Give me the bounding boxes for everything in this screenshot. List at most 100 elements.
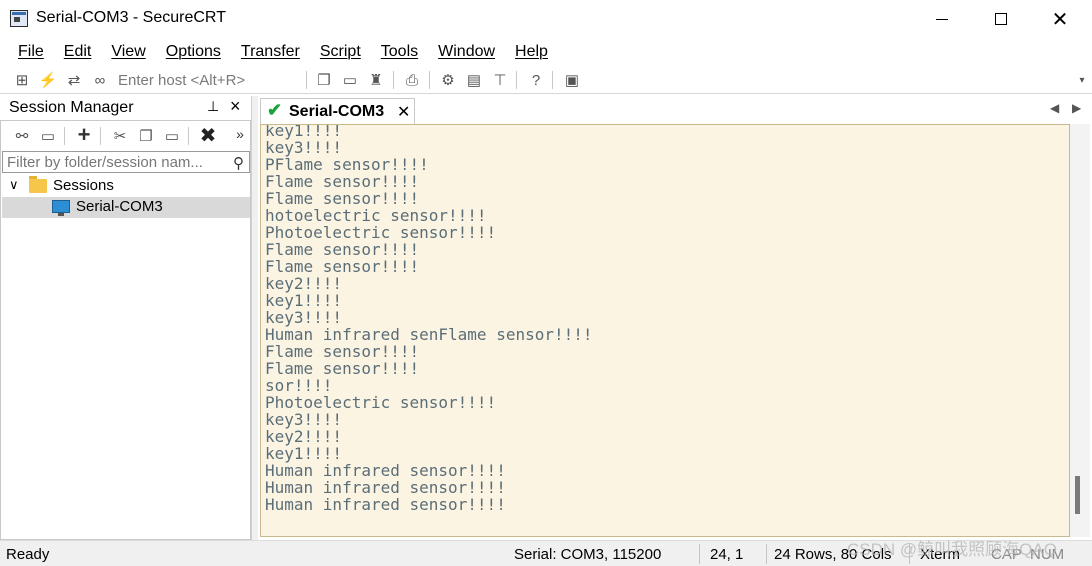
sftp-icon[interactable]: ⊤ bbox=[490, 70, 510, 90]
print-icon[interactable]: ⎙ bbox=[402, 70, 422, 90]
terminal-scrollbar[interactable] bbox=[1070, 124, 1090, 537]
session-manager-close-button[interactable]: × bbox=[230, 96, 241, 117]
settings-icon[interactable]: ⚙ bbox=[438, 70, 458, 90]
link-icon[interactable]: ∞ bbox=[90, 70, 110, 90]
connect-session-icon[interactable]: ⚯ bbox=[12, 126, 32, 146]
reconnect-icon[interactable]: ⇄ bbox=[64, 70, 84, 90]
lightning-icon[interactable]: ⚡ bbox=[38, 70, 58, 90]
session-tab-bar: ✔ Serial-COM3 ✕ ◀ ▶ bbox=[258, 96, 1092, 124]
delete-icon[interactable]: ✖ bbox=[198, 125, 218, 147]
menu-transfer[interactable]: Transfer bbox=[231, 43, 310, 61]
session-filter-field: ⚲ bbox=[2, 151, 250, 173]
add-session-icon[interactable]: + bbox=[74, 122, 94, 147]
search-icon[interactable]: ⚲ bbox=[233, 154, 244, 172]
toolbar-overflow-icon[interactable]: ▾ bbox=[1072, 70, 1092, 90]
menu-tools[interactable]: Tools bbox=[371, 43, 428, 61]
terminal-line: key3!!!! bbox=[265, 308, 343, 327]
menu-options[interactable]: Options bbox=[156, 43, 231, 61]
status-ready: Ready bbox=[6, 546, 50, 563]
toolbar-divider bbox=[516, 71, 517, 89]
menu-view[interactable]: View bbox=[101, 43, 155, 61]
chevron-down-icon[interactable]: ∨ bbox=[9, 177, 19, 193]
terminal-line: Human infrared sensor!!!! bbox=[265, 495, 506, 514]
session-manager-toolbar: ⚯ ▭ + ✂ ❐ ▭ ✖ » bbox=[0, 122, 251, 150]
toolbar-divider bbox=[393, 71, 394, 89]
paste-icon[interactable]: ▭ bbox=[340, 70, 360, 90]
status-divider bbox=[699, 544, 700, 564]
tab-session-icon[interactable]: ▭ bbox=[38, 126, 58, 146]
copy-icon[interactable]: ❐ bbox=[314, 70, 334, 90]
terminal-line: Flame sensor!!!! bbox=[265, 359, 420, 378]
paste-session-icon[interactable]: ▭ bbox=[162, 126, 182, 146]
find-icon[interactable]: ♜ bbox=[366, 70, 386, 90]
folder-icon bbox=[29, 176, 47, 193]
tree-session-serial-com3[interactable]: Serial-COM3 bbox=[2, 197, 250, 218]
toolbar-divider bbox=[188, 127, 189, 145]
cut-icon[interactable]: ✂ bbox=[110, 126, 130, 146]
terminal-line: Human infrared sensor!!!! bbox=[265, 478, 506, 497]
status-position: 24, 1 bbox=[710, 546, 744, 563]
tree-folder-label: Sessions bbox=[53, 177, 114, 194]
tab-serial-com3[interactable]: ✔ Serial-COM3 ✕ bbox=[260, 98, 415, 124]
menu-help[interactable]: Help bbox=[505, 43, 558, 61]
pin-icon[interactable]: ⊥ bbox=[207, 98, 219, 115]
tab-scroll-left-icon[interactable]: ◀ bbox=[1050, 101, 1059, 115]
toolbar-divider bbox=[100, 127, 101, 145]
main-toolbar: ⊞ ⚡ ⇄ ∞ ❐ ▭ ♜ ⎙ ⚙ ▤ ⊤ ? ▣ ▾ bbox=[0, 66, 1092, 94]
status-serial: Serial: COM3, 115200 bbox=[514, 546, 662, 563]
terminal-line: Flame sensor!!!! bbox=[265, 240, 420, 259]
session-filter-input[interactable] bbox=[7, 153, 225, 171]
panel-splitter[interactable] bbox=[251, 96, 258, 540]
tree-folder-sessions[interactable]: ∨ Sessions bbox=[2, 176, 250, 197]
maximize-button[interactable] bbox=[972, 0, 1030, 38]
help-icon[interactable]: ? bbox=[526, 70, 546, 90]
terminal-line: Human infrared senFlame sensor!!!! bbox=[265, 325, 593, 344]
toolbar-divider bbox=[429, 71, 430, 89]
terminal-line: key3!!!! bbox=[265, 138, 343, 157]
window-title: Serial-COM3 - SecureCRT bbox=[36, 9, 226, 26]
close-window-button[interactable]: ✕ bbox=[1031, 0, 1089, 38]
tab-title: Serial-COM3 bbox=[289, 103, 385, 120]
checkmark-icon: ✔ bbox=[267, 100, 283, 120]
scroll-thumb[interactable] bbox=[1075, 476, 1080, 514]
app-icon bbox=[10, 10, 28, 27]
maximize-icon bbox=[995, 13, 1007, 25]
host-input[interactable] bbox=[118, 70, 304, 90]
terminal-line: key1!!!! bbox=[265, 291, 343, 310]
menu-bar: File Edit View Options Transfer Script T… bbox=[0, 38, 1092, 66]
toolbar-divider bbox=[64, 127, 65, 145]
toolbar-divider bbox=[306, 71, 307, 89]
menu-file[interactable]: File bbox=[8, 43, 54, 61]
session-manager-title: Session Manager bbox=[9, 99, 134, 116]
minimize-button[interactable] bbox=[913, 0, 971, 38]
session-manager-header: Session Manager ⊥ × bbox=[0, 96, 251, 120]
terminal-line: key1!!!! bbox=[265, 124, 343, 140]
map-icon[interactable]: ▣ bbox=[562, 70, 582, 90]
connect-bar-icon[interactable]: ⊞ bbox=[12, 70, 32, 90]
terminal-line: key2!!!! bbox=[265, 427, 343, 446]
terminal-line: Flame sensor!!!! bbox=[265, 257, 420, 276]
toolbar-divider bbox=[552, 71, 553, 89]
keymap-icon[interactable]: ▤ bbox=[464, 70, 484, 90]
status-divider bbox=[766, 544, 767, 564]
menu-script[interactable]: Script bbox=[310, 43, 371, 61]
tab-close-icon[interactable]: ✕ bbox=[397, 102, 410, 122]
terminal-line: key3!!!! bbox=[265, 410, 343, 429]
menu-edit[interactable]: Edit bbox=[54, 43, 102, 61]
terminal-line: Flame sensor!!!! bbox=[265, 189, 420, 208]
monitor-icon bbox=[52, 200, 70, 216]
terminal-line: hotoelectric sensor!!!! bbox=[265, 206, 487, 225]
tab-scroll-right-icon[interactable]: ▶ bbox=[1072, 101, 1081, 115]
copy-session-icon[interactable]: ❐ bbox=[136, 126, 156, 146]
terminal-lines: key1!!!! key3!!!! PFlame sensor!!!! Flame s… bbox=[265, 124, 593, 514]
more-icon[interactable]: » bbox=[230, 124, 250, 144]
terminal-line: Photoelectric sensor!!!! bbox=[265, 223, 497, 242]
terminal-line: Flame sensor!!!! bbox=[265, 172, 420, 191]
terminal-line: PFlame sensor!!!! bbox=[265, 155, 429, 174]
tree-session-label: Serial-COM3 bbox=[76, 198, 163, 215]
menu-window[interactable]: Window bbox=[428, 43, 505, 61]
terminal-output[interactable]: key1!!!! key3!!!! PFlame sensor!!!! Flame s… bbox=[260, 124, 1070, 537]
title-bar: Serial-COM3 - SecureCRT ✕ bbox=[0, 0, 1092, 38]
terminal-line: Flame sensor!!!! bbox=[265, 342, 420, 361]
terminal-line: Photoelectric sensor!!!! bbox=[265, 393, 497, 412]
